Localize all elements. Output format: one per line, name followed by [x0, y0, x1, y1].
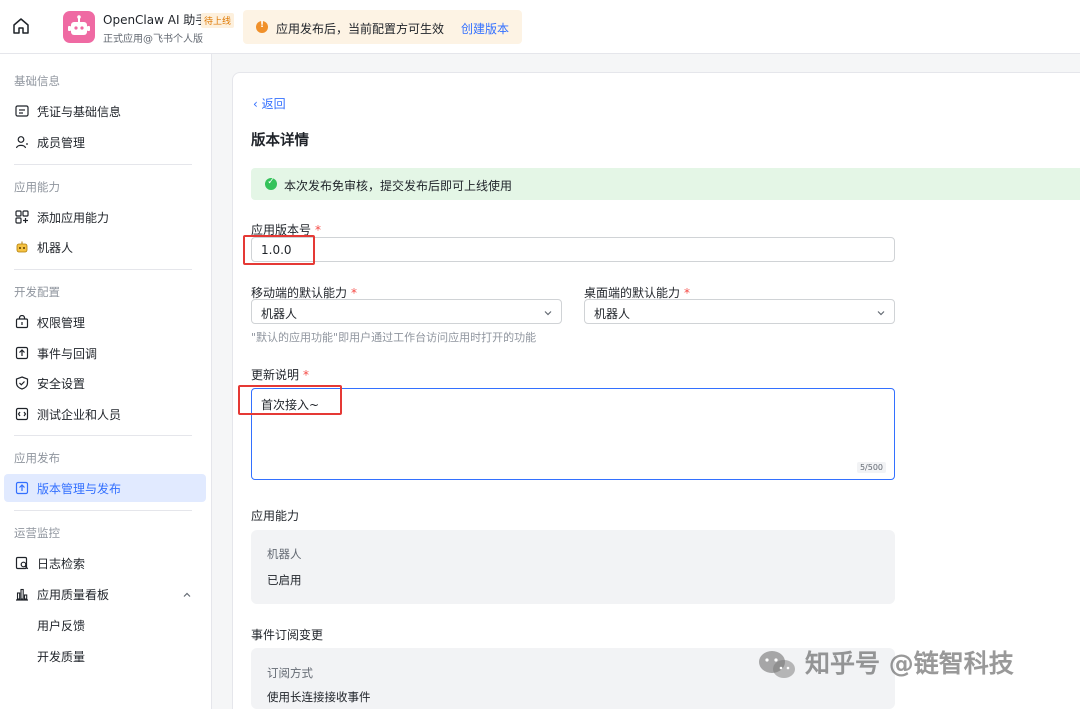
sidebar-item-logs[interactable]: 日志检索: [0, 549, 212, 577]
section-app-publish: 应用发布: [14, 451, 60, 465]
sidebar-item-label: 机器人: [37, 241, 74, 255]
section-app-capability: 应用能力: [14, 180, 60, 194]
required-mark: *: [684, 286, 691, 300]
notes-label-text: 更新说明: [251, 368, 300, 382]
chevron-down-icon: [877, 311, 885, 316]
mobile-select-value: 机器人: [261, 307, 298, 321]
notice-text: 应用发布后，当前配置方可生效: [276, 22, 445, 36]
sidebar-item-version-publish[interactable]: 版本管理与发布: [4, 474, 206, 502]
sidebar-item-label: 版本管理与发布: [37, 482, 122, 496]
top-bar: OpenClaw AI 助手 待上线 正式应用@飞书个人版 应用发布后，当前配置…: [0, 0, 1080, 54]
sidebar-item-permissions[interactable]: 权限管理: [0, 308, 212, 336]
chevron-down-icon: [544, 311, 552, 316]
sidebar-item-label: 添加应用能力: [37, 211, 110, 225]
version-label-text: 应用版本号: [251, 223, 312, 237]
sidebar-item-label: 测试企业和人员: [37, 408, 122, 422]
release-notes-value: 首次接入~: [261, 398, 320, 412]
section-dev-config: 开发配置: [14, 285, 60, 299]
mobile-default-select[interactable]: 机器人: [251, 299, 562, 324]
publish-notice: 应用发布后，当前配置方可生效 创建版本: [243, 10, 522, 44]
sidebar-item-security[interactable]: 安全设置: [0, 369, 212, 397]
desktop-select-value: 机器人: [594, 307, 631, 321]
version-input[interactable]: 1.0.0: [251, 237, 895, 262]
sidebar-item-events[interactable]: 事件与回调: [0, 339, 212, 367]
shield-icon: [15, 376, 29, 390]
sidebar-subitem-feedback[interactable]: 用户反馈: [37, 617, 85, 634]
home-icon[interactable]: [12, 17, 30, 35]
desktop-default-select[interactable]: 机器人: [584, 299, 895, 324]
sidebar-item-quality-dashboard[interactable]: 应用质量看板: [0, 580, 212, 608]
sidebar-item-label: 成员管理: [37, 136, 86, 150]
app-name: OpenClaw AI 助手: [103, 13, 208, 27]
sidebar-item-label: 应用质量看板: [37, 588, 110, 602]
divider: [14, 269, 192, 270]
section-basic-info: 基础信息: [14, 74, 60, 88]
add-capability-icon: [15, 210, 29, 224]
warning-icon: [256, 20, 268, 33]
back-link[interactable]: ‹ 返回: [253, 95, 286, 112]
sidebar-item-label: 凭证与基础信息: [37, 105, 122, 119]
divider: [14, 164, 192, 165]
capability-name: 机器人: [267, 547, 302, 561]
sidebar-item-label: 安全设置: [37, 377, 86, 391]
back-label: 返回: [261, 97, 286, 111]
required-mark: *: [315, 223, 322, 237]
sidebar-item-add-capability[interactable]: 添加应用能力: [0, 203, 212, 231]
section-monitoring: 运营监控: [14, 526, 60, 540]
event-icon: [15, 346, 29, 360]
chevron-up-icon[interactable]: [182, 590, 192, 600]
capability-status: 已启用: [267, 573, 302, 587]
capability-section-title: 应用能力: [251, 509, 300, 523]
watermark-text: 知乎号 @链智科技: [805, 649, 1014, 678]
sidebar-item-test-users[interactable]: 测试企业和人员: [0, 400, 212, 428]
robot-icon: [16, 241, 28, 253]
sidebar-item-credentials[interactable]: 凭证与基础信息: [0, 97, 212, 125]
mobile-label-text: 移动端的默认能力: [251, 286, 348, 300]
member-icon: [15, 136, 28, 149]
success-banner: 本次发布免审核，提交发布后即可上线使用: [251, 168, 1080, 200]
check-circle-icon: [265, 177, 277, 190]
sidebar-item-label: 权限管理: [37, 316, 86, 330]
sidebar-item-robot[interactable]: 机器人: [0, 233, 212, 261]
event-key: 订阅方式: [267, 666, 313, 680]
app-robot-icon: [63, 11, 95, 43]
sidebar-item-members[interactable]: 成员管理: [0, 128, 212, 156]
test-icon: [15, 407, 29, 421]
event-value: 使用长连接接收事件: [267, 690, 371, 704]
status-badge: 待上线: [201, 13, 235, 28]
capability-panel: 机器人 已启用: [251, 530, 895, 604]
divider: [14, 510, 192, 511]
create-version-link[interactable]: 创建版本: [461, 20, 509, 37]
sidebar-subitem-dev-quality[interactable]: 开发质量: [37, 648, 85, 665]
required-mark: *: [303, 368, 310, 382]
wechat-logo-icon: [759, 651, 795, 678]
divider: [14, 435, 192, 436]
release-notes-textarea[interactable]: 首次接入~ 5/500: [251, 388, 895, 480]
version-label: 应用版本号 *: [251, 221, 321, 238]
sidebar-item-label: 事件与回调: [37, 347, 98, 361]
required-mark: *: [351, 286, 358, 300]
chart-icon: [16, 588, 28, 601]
credential-icon: [15, 105, 29, 117]
log-icon: [15, 556, 29, 570]
version-icon: [15, 481, 29, 495]
app-subtitle: 正式应用@飞书个人版: [103, 34, 203, 45]
sidebar-item-label: 日志检索: [37, 557, 86, 571]
success-text: 本次发布免审核，提交发布后即可上线使用: [284, 179, 513, 193]
release-notes-label: 更新说明 *: [251, 366, 309, 383]
permission-icon: [15, 315, 29, 329]
page-title: 版本详情: [251, 133, 309, 149]
event-section-title: 事件订阅变更: [251, 628, 324, 642]
event-panel: 订阅方式 使用长连接接收事件: [251, 648, 895, 709]
char-counter: 5/500: [856, 462, 886, 473]
desktop-label-text: 桌面端的默认能力: [584, 286, 681, 300]
default-capability-hint: "默认的应用功能"即用户通过工作台访问应用时打开的功能: [251, 331, 537, 344]
